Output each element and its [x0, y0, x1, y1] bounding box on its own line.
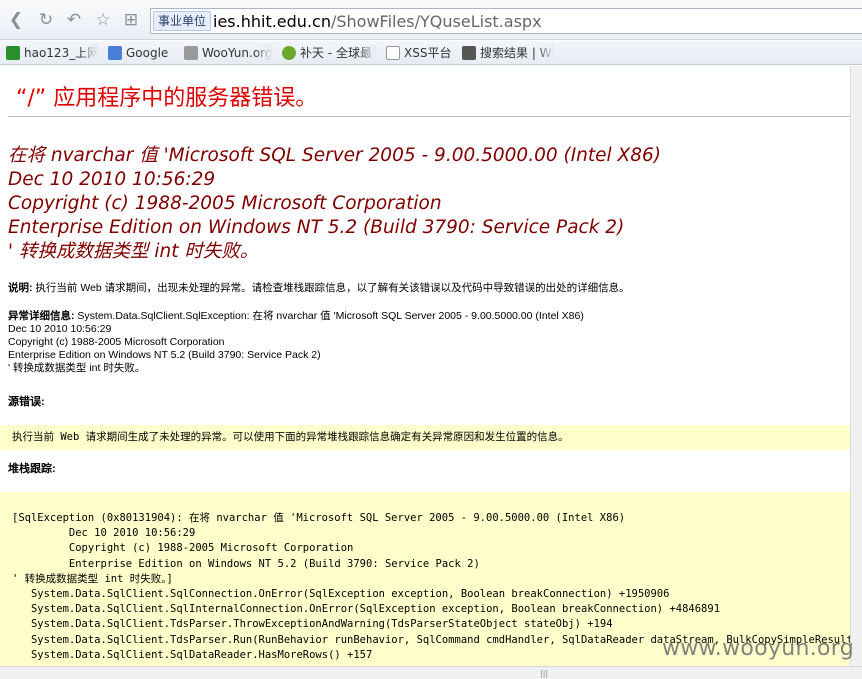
star-icon[interactable]: ☆	[93, 10, 113, 30]
exception-line: Copyright (c) 1988-2005 Microsoft Corpor…	[8, 336, 225, 348]
stack-trace-label: 堆栈跟踪:	[8, 463, 56, 475]
google-icon	[108, 46, 122, 60]
exception-line: System.Data.SqlClient.SqlException: 在将 n…	[74, 310, 584, 322]
wooyun-icon	[184, 46, 198, 60]
refresh-icon[interactable]: ↻	[36, 10, 56, 30]
bookmark-label: 补天 - 全球最	[300, 46, 372, 60]
back-icon[interactable]: ❮	[6, 10, 26, 30]
apps-grid-icon[interactable]: ⊞	[121, 10, 141, 30]
bookmarks-bar: hao123_上网 Google WooYun.org 补天 - 全球最 XSS…	[0, 41, 862, 65]
exception-details: 异常详细信息: System.Data.SqlClient.SqlExcepti…	[8, 310, 584, 375]
horizontal-scrollbar[interactable]: |||	[0, 666, 862, 679]
error-line: Copyright (c) 1988-2005 Microsoft Corpor…	[8, 193, 442, 214]
exception-label: 异常详细信息:	[8, 310, 75, 322]
exception-line: Dec 10 2010 10:56:29	[8, 323, 112, 335]
page-icon	[386, 46, 400, 60]
error-message: 在将 nvarchar 值 'Microsoft SQL Server 2005…	[8, 144, 848, 264]
butian-icon	[282, 46, 296, 60]
exception-line: ' 转换成数据类型 int 时失败。	[8, 362, 146, 374]
bookmark-google[interactable]: Google	[108, 44, 178, 62]
bookmark-label: XSS平台	[404, 46, 452, 60]
exception-line: Enterprise Edition on Windows NT 5.2 (Bu…	[8, 349, 321, 361]
vertical-scrollbar[interactable]	[850, 66, 862, 666]
error-line: Dec 10 2010 10:56:29	[8, 169, 216, 190]
address-bar[interactable]: 事业单位 ies.hhit.edu.cn/ShowFiles/YQuseList…	[150, 8, 862, 34]
page-content: “/” 应用程序中的服务器错误。 在将 nvarchar 值 'Microsof…	[0, 66, 850, 666]
url-host: ies.hhit.edu.cn	[213, 12, 331, 31]
scrollbar-grip-icon[interactable]: |||	[540, 670, 548, 678]
error-line: Enterprise Edition on Windows NT 5.2 (Bu…	[8, 217, 625, 238]
hao123-icon	[6, 46, 20, 60]
search-result-icon	[462, 46, 476, 60]
bookmark-label: hao123_上网	[24, 46, 98, 60]
bookmark-label: Google	[126, 46, 169, 60]
bookmark-xss[interactable]: XSS平台	[386, 44, 456, 62]
title-divider	[8, 116, 850, 117]
page-title: “/” 应用程序中的服务器错误。	[16, 86, 318, 111]
description: 说明: 执行当前 Web 请求期间，出现未处理的异常。请检查堆栈跟踪信息，以了解…	[8, 282, 630, 295]
watermark: www.wooyun.org	[661, 636, 854, 661]
bookmark-hao123[interactable]: hao123_上网	[6, 44, 98, 62]
source-error-heading: 源错误:	[8, 396, 45, 409]
address-badge[interactable]: 事业单位	[153, 11, 212, 31]
source-error-label: 源错误:	[8, 396, 45, 408]
description-label: 说明:	[8, 282, 33, 294]
stack-trace-heading: 堆栈跟踪:	[8, 463, 56, 476]
bookmark-butian[interactable]: 补天 - 全球最	[282, 44, 376, 62]
error-line: ' 转换成数据类型 int 时失败。	[8, 241, 259, 262]
bookmark-wooyun[interactable]: WooYun.org	[184, 44, 272, 62]
url-text[interactable]: ies.hhit.edu.cn/ShowFiles/YQuseList.aspx	[213, 12, 542, 32]
undo-close-tab-icon[interactable]: ↶	[64, 10, 84, 30]
source-error-box: 执行当前 Web 请求期间生成了未处理的异常。可以使用下面的异常堆栈跟踪信息确定…	[0, 425, 850, 450]
error-line: 在将 nvarchar 值 'Microsoft SQL Server 2005…	[8, 145, 661, 166]
bookmark-label: 搜索结果 | W	[480, 46, 552, 60]
bookmark-label: WooYun.org	[202, 46, 272, 60]
bookmark-search-results[interactable]: 搜索结果 | W	[462, 44, 554, 62]
description-text: 执行当前 Web 请求期间，出现未处理的异常。请检查堆栈跟踪信息，以了解有关该错…	[32, 282, 630, 294]
browser-toolbar: ❮ ↻ ↶ ☆ ⊞ 事业单位 ies.hhit.edu.cn/ShowFiles…	[0, 0, 862, 40]
url-path: /ShowFiles/YQuseList.aspx	[330, 12, 542, 31]
